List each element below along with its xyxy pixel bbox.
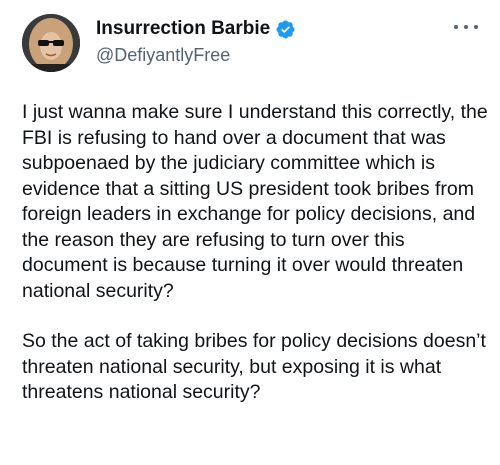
- tweet-paragraph-2: So the act of taking bribes for policy d…: [22, 330, 486, 403]
- author-display-name[interactable]: Insurrection Barbie: [96, 18, 270, 40]
- more-dot: [454, 25, 458, 29]
- tweet-text: I just wanna make sure I understand this…: [22, 100, 490, 406]
- author-handle[interactable]: @DefiyantlyFree: [96, 45, 440, 66]
- avatar-portrait-icon: [22, 14, 80, 72]
- tweet-paragraph-1: I just wanna make sure I understand this…: [22, 101, 488, 302]
- more-horizontal-icon[interactable]: [454, 18, 478, 36]
- tweet-card: Insurrection Barbie @DefiyantlyFree I ju…: [0, 0, 500, 465]
- tweet-header: Insurrection Barbie @DefiyantlyFree: [96, 16, 440, 66]
- more-dot: [464, 25, 468, 29]
- author-name-row: Insurrection Barbie: [96, 16, 440, 42]
- avatar[interactable]: [22, 14, 80, 72]
- more-dot: [474, 25, 478, 29]
- verified-badge-icon: [276, 20, 295, 38]
